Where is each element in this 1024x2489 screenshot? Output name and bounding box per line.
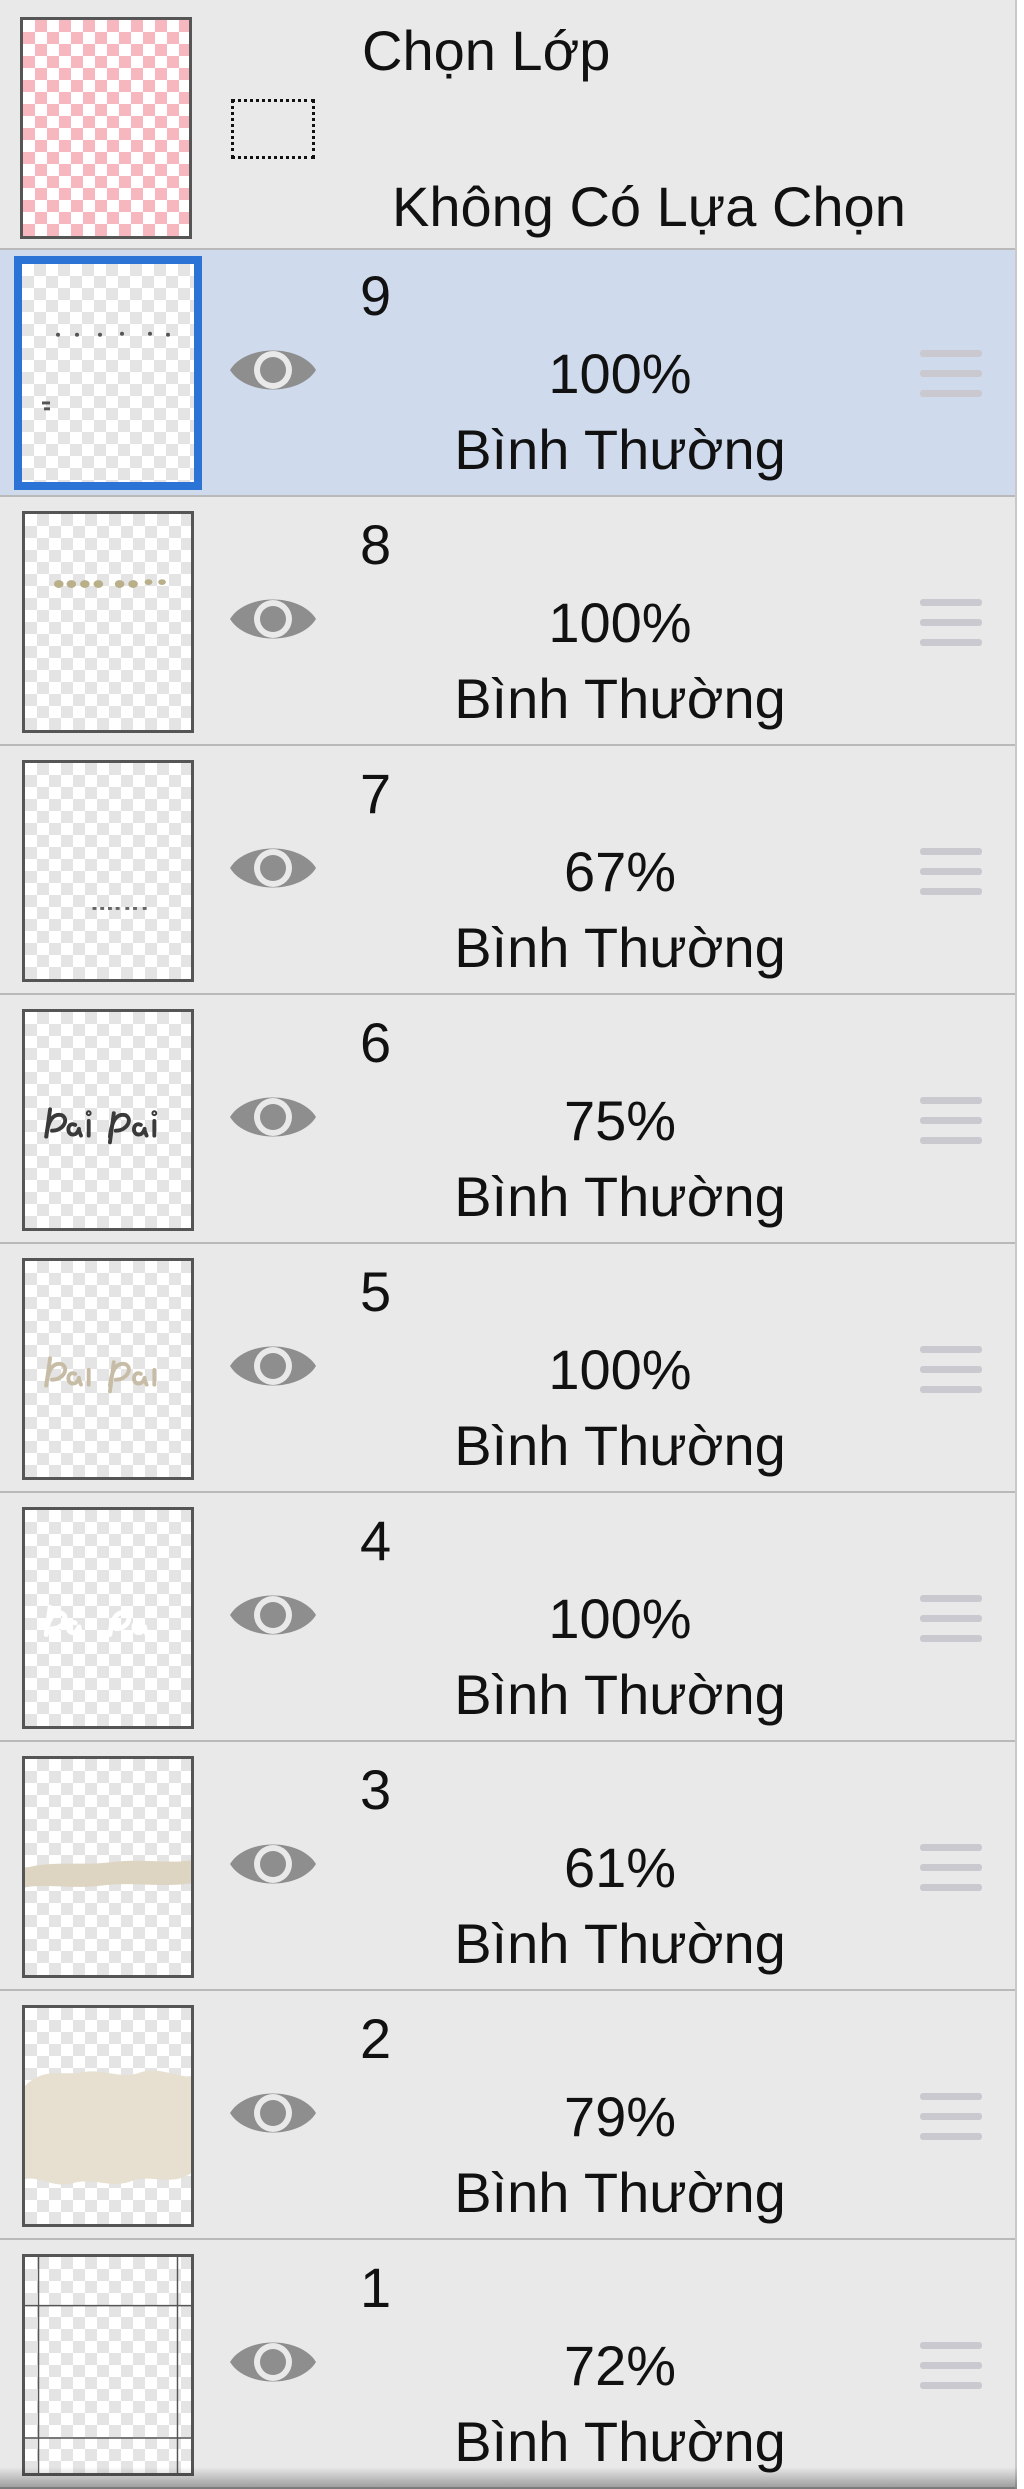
layer-thumbnail[interactable] [22, 1009, 194, 1231]
layer-name: 7 [360, 762, 392, 825]
layer-row[interactable]: 2 79% Bình Thường [0, 1993, 1015, 2240]
eye-icon[interactable] [228, 2083, 318, 2143]
layer-name: 1 [360, 2256, 392, 2319]
layer-blend-mode: Bình Thường [454, 916, 786, 979]
layer-name: 8 [360, 513, 392, 576]
layer-blend-mode: Bình Thường [454, 667, 786, 730]
layer-opacity: 100% [548, 1587, 692, 1650]
layer-blend-mode: Bình Thường [454, 1414, 786, 1477]
layer-thumbnail[interactable] [22, 1258, 194, 1480]
layer-blend-mode: Bình Thường [454, 1912, 786, 1975]
selection-title: Chọn Lớp [362, 19, 611, 82]
layer-thumbnail[interactable] [22, 1756, 194, 1978]
layer-opacity: 100% [548, 591, 692, 654]
layer-opacity: 72% [563, 2334, 677, 2397]
layer-blend-mode: Bình Thường [454, 1165, 786, 1228]
layer-name: 5 [360, 1260, 392, 1323]
eye-icon[interactable] [228, 1336, 318, 1396]
layer-blend-mode: Bình Thường [454, 2410, 786, 2473]
layer-blend-mode: Bình Thường [454, 1663, 786, 1726]
drag-handle-icon[interactable] [920, 350, 982, 398]
eye-icon[interactable] [228, 1834, 318, 1894]
layer-name: 9 [360, 264, 392, 327]
layer-opacity: 61% [563, 1836, 677, 1899]
selection-status: Không Có Lựa Chọn [392, 175, 906, 238]
layer-thumbnail[interactable] [22, 760, 194, 982]
eye-icon[interactable] [228, 589, 318, 649]
layer-opacity: 75% [563, 1089, 677, 1152]
drag-handle-icon[interactable] [920, 1097, 982, 1145]
bottom-edge-shadow [0, 2467, 1017, 2489]
layer-row[interactable]: 3 61% Bình Thường [0, 1744, 1015, 1991]
layer-opacity: 100% [548, 1338, 692, 1401]
eye-icon[interactable] [228, 838, 318, 898]
layer-thumbnail[interactable] [14, 256, 202, 490]
selection-layer-row[interactable]: Chọn Lớp Không Có Lựa Chọn [0, 0, 1015, 250]
layer-row[interactable]: 7 67% Bình Thường [0, 748, 1015, 995]
drag-handle-icon[interactable] [920, 848, 982, 896]
layer-name: 3 [360, 1758, 392, 1821]
eye-icon[interactable] [228, 1087, 318, 1147]
eye-icon[interactable] [228, 2332, 318, 2392]
layer-name: 2 [360, 2007, 392, 2070]
layer-row[interactable]: 4 100% Bình Thường [0, 1495, 1015, 1742]
layer-blend-mode: Bình Thường [454, 418, 786, 481]
eye-icon[interactable] [228, 340, 318, 400]
drag-handle-icon[interactable] [920, 599, 982, 647]
layer-thumbnail[interactable] [22, 1507, 194, 1729]
drag-handle-icon[interactable] [920, 1346, 982, 1394]
layer-thumbnail[interactable] [22, 2254, 194, 2476]
layer-thumbnail[interactable] [22, 511, 194, 733]
selection-thumbnail [20, 17, 192, 239]
drag-handle-icon[interactable] [920, 1595, 982, 1643]
drag-handle-icon[interactable] [920, 1844, 982, 1892]
layer-row[interactable]: 8 100% Bình Thường [0, 499, 1015, 746]
drag-handle-icon[interactable] [920, 2342, 982, 2390]
layers-panel: Chọn Lớp Không Có Lựa Chọn 9 100% Bình Thư… [0, 0, 1017, 2489]
layer-row[interactable]: 5 100% Bình Thường [0, 1246, 1015, 1493]
eye-icon[interactable] [228, 1585, 318, 1645]
selection-marquee-icon [231, 99, 315, 159]
layer-thumbnail[interactable] [22, 2005, 194, 2227]
layer-name: 6 [360, 1011, 392, 1074]
layer-opacity: 100% [548, 342, 692, 405]
layer-opacity: 79% [563, 2085, 677, 2148]
drag-handle-icon[interactable] [920, 2093, 982, 2141]
layer-row[interactable]: 9 100% Bình Thường [0, 250, 1015, 497]
layer-row[interactable]: 1 72% Bình Thường [0, 2242, 1015, 2489]
layer-blend-mode: Bình Thường [454, 2161, 786, 2224]
layer-row[interactable]: 6 75% Bình Thường [0, 997, 1015, 1244]
layer-opacity: 67% [563, 840, 677, 903]
layer-name: 4 [360, 1509, 392, 1572]
